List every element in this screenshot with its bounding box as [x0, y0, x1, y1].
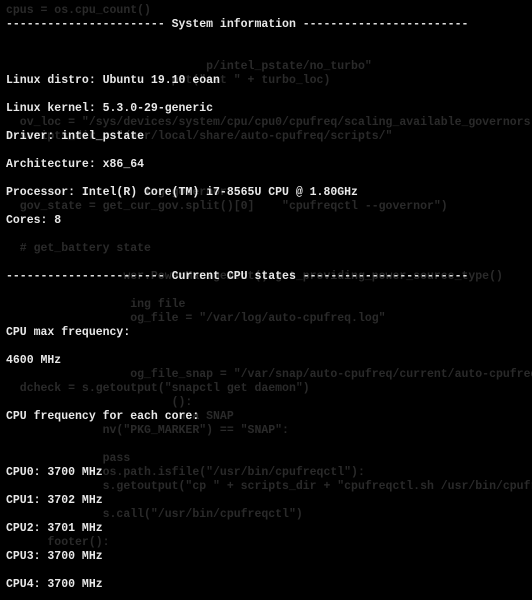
cpu-freq-row: CPU3: 3700 MHz: [6, 550, 526, 564]
linux-kernel: Linux kernel: 5.3.0-29-generic: [6, 102, 526, 116]
cpu-max-freq-label: CPU max frequency:: [6, 326, 526, 340]
cpu-freq-each-core-label: CPU frequency for each core:: [6, 410, 526, 424]
cpu-freq-row: CPU0: 3700 MHz: [6, 466, 526, 480]
section-header-cpu-states: ----------------------- Current CPU stat…: [6, 270, 526, 284]
driver: Driver: intel_pstate: [6, 130, 526, 144]
cores: Cores: 8: [6, 214, 526, 228]
cpu-freq-row: CPU4: 3700 MHz: [6, 578, 526, 592]
section-header-system-info: ----------------------- System informati…: [6, 18, 526, 32]
cpu-freq-row: CPU1: 3702 MHz: [6, 494, 526, 508]
cpu-freq-row: CPU2: 3701 MHz: [6, 522, 526, 536]
cpu-max-freq-value: 4600 MHz: [6, 354, 526, 368]
linux-distro: Linux distro: Ubuntu 19.10 eoan: [6, 74, 526, 88]
architecture: Architecture: x86_64: [6, 158, 526, 172]
processor: Processor: Intel(R) Core(TM) i7-8565U CP…: [6, 186, 526, 200]
